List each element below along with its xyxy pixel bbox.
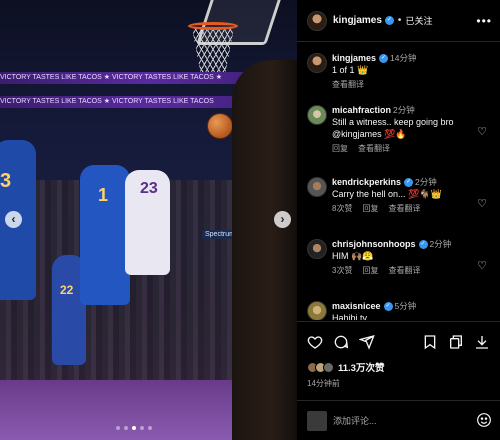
comment-username[interactable]: kingjames xyxy=(332,53,376,63)
avatar[interactable] xyxy=(307,239,327,259)
carousel-indicator xyxy=(116,426,152,430)
comment-heart-icon[interactable]: ♡ xyxy=(477,197,487,210)
comment-time[interactable]: 2分钟 xyxy=(415,177,437,187)
comment-username[interactable]: micahfraction xyxy=(332,105,391,115)
comment-text: Carry the hell on... 💯🐐👑 xyxy=(332,189,442,199)
emoji-icon[interactable] xyxy=(476,412,492,428)
comment-heart-icon[interactable]: ♡ xyxy=(477,125,487,138)
posted-time: 14分钟前 xyxy=(307,379,340,388)
carousel-next-button[interactable]: › xyxy=(274,211,291,228)
arena-banner-top-text: VICTORY TASTES LIKE TACOS ★ VICTORY TAST… xyxy=(0,74,222,81)
heart-icon[interactable] xyxy=(307,334,323,350)
comment-time[interactable]: 2分钟 xyxy=(430,239,452,249)
comment-heart-icon[interactable]: ♡ xyxy=(477,259,487,272)
comment-username[interactable]: maxisnicee xyxy=(332,301,381,311)
carousel-dot xyxy=(132,426,136,430)
avatar[interactable] xyxy=(307,53,327,73)
comment-text: Still a witness.. keep going bro @kingja… xyxy=(332,117,454,139)
comment-meta-action[interactable]: 查看翻译 xyxy=(388,265,420,276)
jersey-number: 3 xyxy=(0,170,12,192)
comment-text: HIM 🙌🏽😤 xyxy=(332,251,374,261)
comment-list[interactable]: kingjames ✓ 14分钟 1 of 1 👑 查看翻译 micahfraction 2… xyxy=(297,43,500,320)
carousel-prev-button[interactable]: ‹ xyxy=(5,211,22,228)
likes-count[interactable]: 11.3万次赞 xyxy=(338,360,384,374)
comment-meta-action[interactable]: 查看翻译 xyxy=(358,143,390,154)
foreground-player xyxy=(232,60,297,440)
verified-icon: ✓ xyxy=(384,16,394,25)
share-icon[interactable] xyxy=(359,334,375,350)
header-username[interactable]: kingjames xyxy=(333,15,382,26)
comment-meta-action[interactable]: 查看翻译 xyxy=(332,79,364,90)
comment-meta-action[interactable]: 8次赞 xyxy=(332,203,352,214)
liker-avatar[interactable] xyxy=(323,361,334,373)
verified-icon: ✓ xyxy=(404,178,414,188)
verified-icon: ✓ xyxy=(418,240,428,250)
bookmark-icon[interactable] xyxy=(448,334,464,350)
follow-button[interactable]: 已关注 xyxy=(405,14,432,27)
user-avatar-placeholder xyxy=(307,410,327,431)
comment-time[interactable]: 2分钟 xyxy=(393,105,415,115)
add-comment-bar xyxy=(297,400,500,440)
comment-username[interactable]: chrisjohnsonhoops xyxy=(332,239,416,249)
separator: • xyxy=(397,15,402,26)
verified-icon: ✓ xyxy=(379,54,389,64)
comment-icon[interactable] xyxy=(333,334,349,350)
comment-meta-action[interactable]: 回复 xyxy=(362,265,378,276)
action-bar: 11.3万次赞 14分钟前 xyxy=(297,321,500,389)
likes-row: 11.3万次赞 xyxy=(307,360,490,374)
comment-meta-action[interactable]: 3次赞 xyxy=(332,265,352,276)
comment-time[interactable]: 5分钟 xyxy=(395,301,417,311)
arena-banner-mid-text: VICTORY TASTES LIKE TACOS ★ VICTORY TAST… xyxy=(0,98,214,105)
comment-text: Hahibi tv xyxy=(332,313,368,320)
post-photo[interactable]: VICTORY TASTES LIKE TACOS ★ VICTORY TAST… xyxy=(0,0,297,440)
basketball xyxy=(207,113,233,139)
carousel-dot xyxy=(124,426,128,430)
comment-text: 1 of 1 👑 xyxy=(332,65,369,75)
avatar[interactable] xyxy=(307,177,327,197)
avatar[interactable] xyxy=(307,105,327,125)
repost-icon[interactable] xyxy=(422,334,438,350)
net xyxy=(192,28,234,72)
comment-username[interactable]: kendrickperkins xyxy=(332,177,401,187)
post-header: kingjames ✓ • 已关注 ••• xyxy=(297,0,500,42)
comment-input[interactable] xyxy=(333,415,463,426)
carousel-dot xyxy=(116,426,120,430)
carousel-dot xyxy=(148,426,152,430)
comment-meta-action[interactable]: 查看翻译 xyxy=(388,203,420,214)
verified-icon: ✓ xyxy=(383,302,393,312)
jersey-number: 23 xyxy=(140,180,158,197)
jersey-number: 22 xyxy=(60,283,74,297)
avatar[interactable] xyxy=(307,10,327,31)
post-side-panel: kingjames ✓ • 已关注 ••• kingjames ✓ 14分钟 1 of… xyxy=(297,0,500,440)
carousel-dot xyxy=(140,426,144,430)
download-icon[interactable] xyxy=(474,334,490,350)
comment-meta-action[interactable]: 回复 xyxy=(362,203,378,214)
comment-meta-action[interactable]: 回复 xyxy=(332,143,348,154)
arena-sign-text: Spectrum xyxy=(205,231,235,238)
rim xyxy=(188,22,238,30)
avatar[interactable] xyxy=(307,301,327,320)
more-icon[interactable]: ••• xyxy=(476,14,492,28)
comment-time[interactable]: 14分钟 xyxy=(390,53,416,63)
jersey-number: 1 xyxy=(98,185,109,205)
